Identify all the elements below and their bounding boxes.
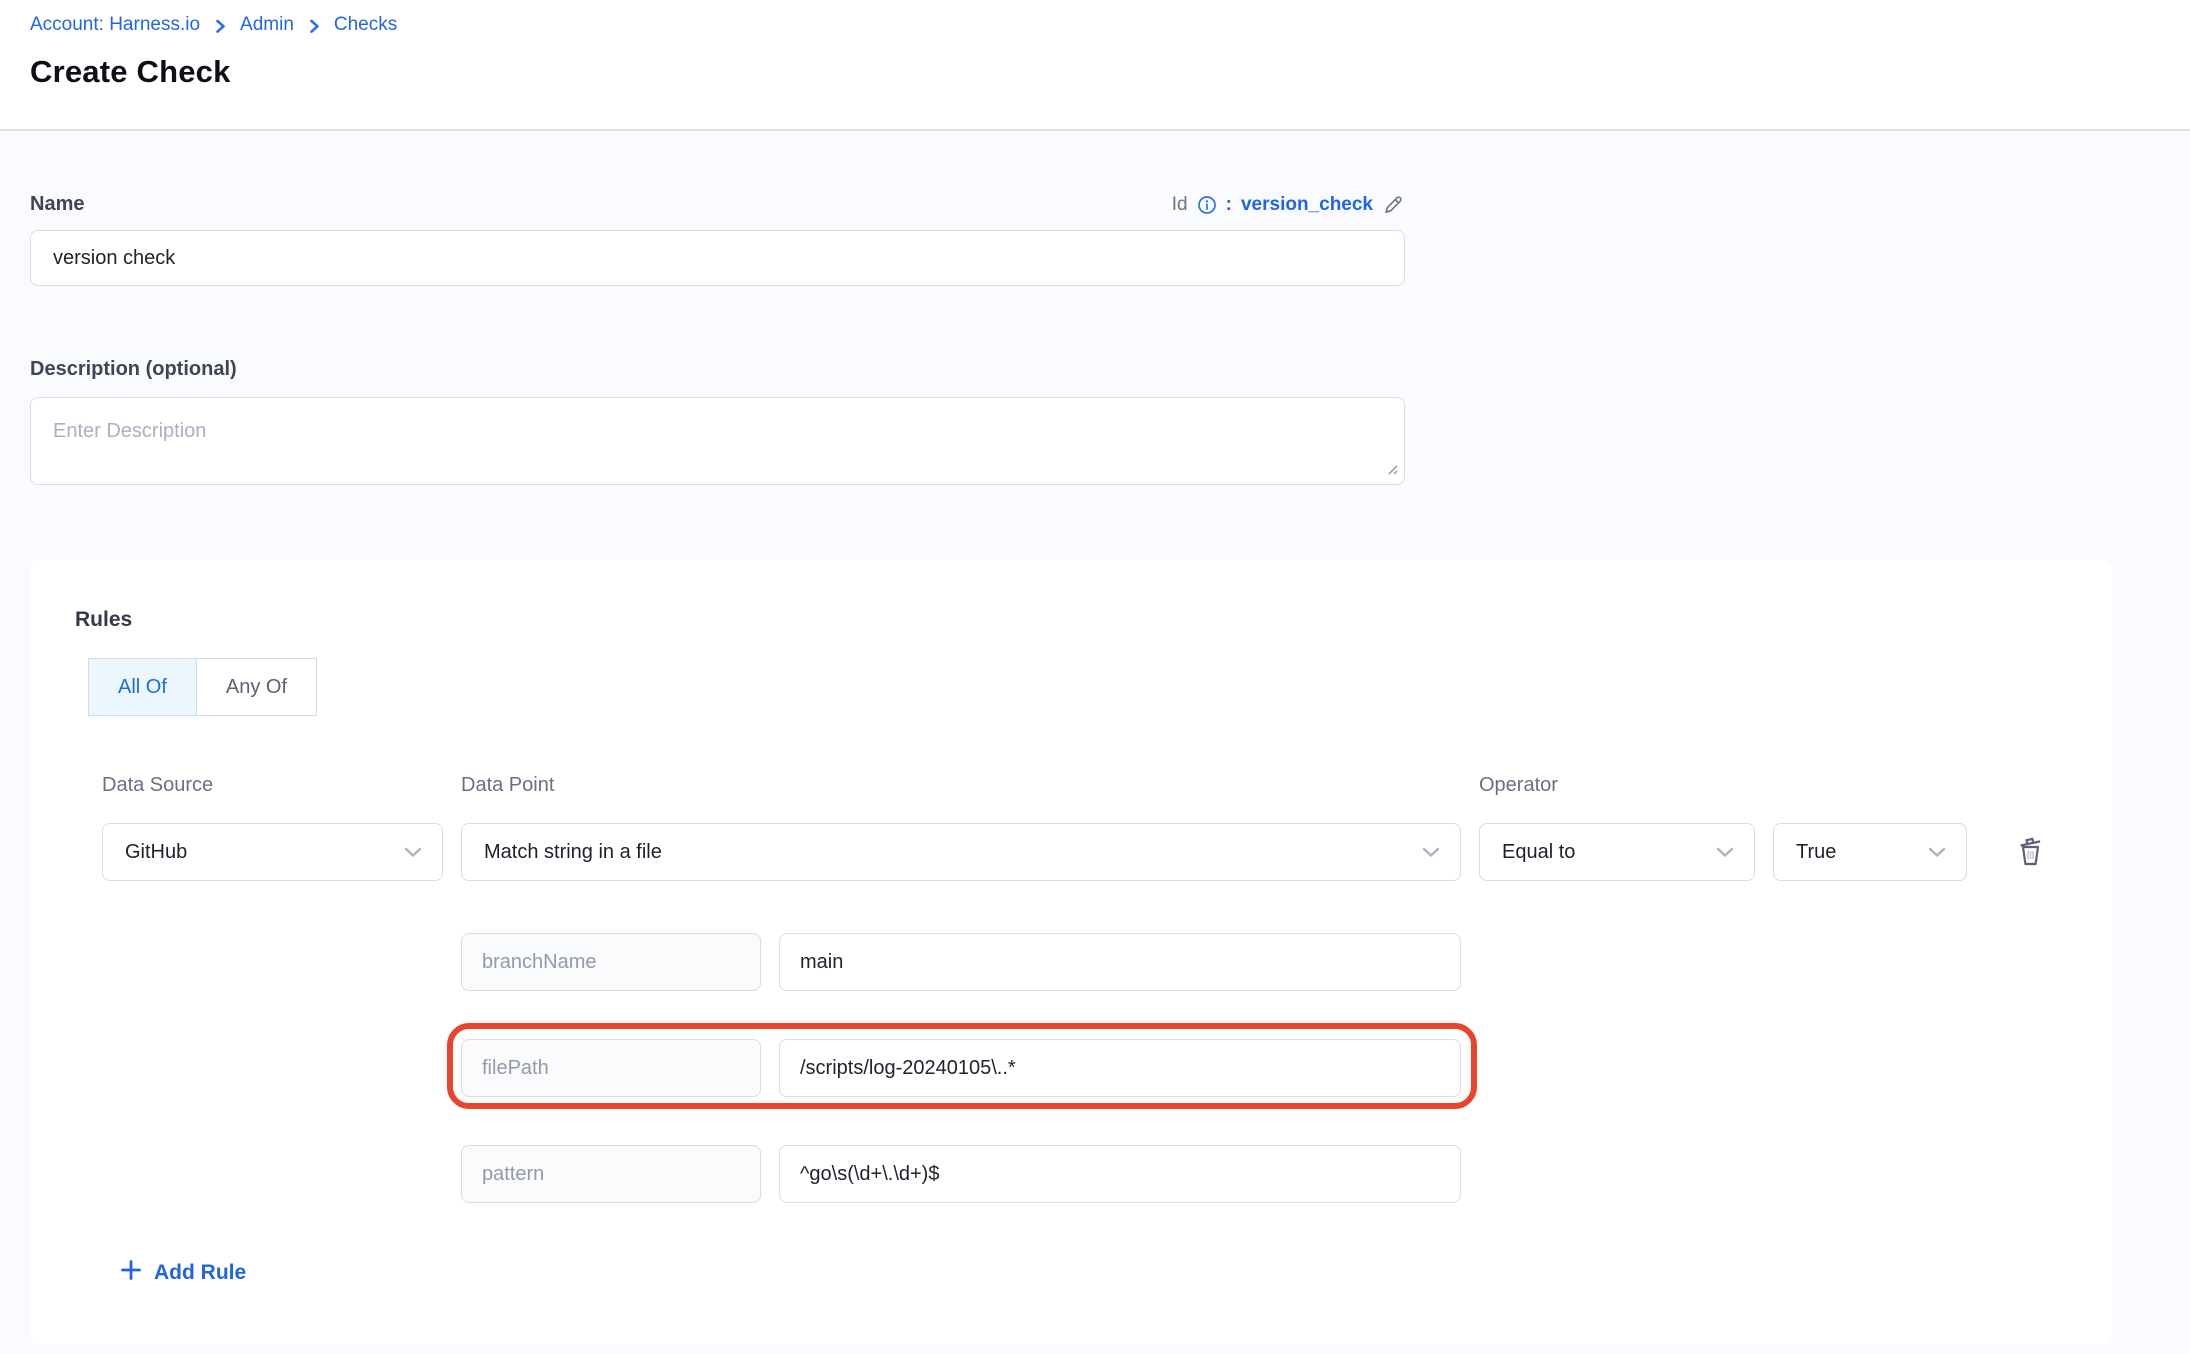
filepath-input[interactable] xyxy=(779,1039,1461,1097)
operator-label: Operator xyxy=(1479,774,2067,797)
pattern-input[interactable] xyxy=(779,1145,1461,1203)
rules-condition-toggle: All Of Any Of xyxy=(88,658,2067,716)
resize-grip-icon[interactable] xyxy=(1385,462,1399,481)
add-rule-button[interactable]: Add Rule xyxy=(120,1259,246,1287)
param-row-pattern: pattern xyxy=(461,1145,1461,1203)
chevron-right-icon xyxy=(213,17,227,35)
rules-heading: Rules xyxy=(75,608,2067,632)
chevron-down-icon xyxy=(1928,841,1946,864)
rules-card: Rules All Of Any Of Data Source Data Poi… xyxy=(30,560,2112,1345)
chevron-down-icon xyxy=(1716,841,1734,864)
description-field xyxy=(30,397,1405,490)
form-content: Name Id : version_check Description (opt… xyxy=(0,193,2190,1345)
chevron-down-icon xyxy=(1422,841,1440,864)
chevron-right-icon xyxy=(307,17,321,35)
name-id-row: Name Id : version_check xyxy=(30,193,1405,216)
data-point-select[interactable]: Match string in a file xyxy=(461,823,1461,881)
id-separator: : xyxy=(1226,194,1232,216)
plus-icon xyxy=(120,1259,142,1287)
data-point-value: Match string in a file xyxy=(484,841,662,864)
data-source-value: GitHub xyxy=(125,841,187,864)
breadcrumb: Account: Harness.io Admin Checks xyxy=(30,14,2160,36)
chevron-down-icon xyxy=(404,841,422,864)
edit-pencil-icon[interactable] xyxy=(1382,193,1405,216)
param-key-branchname: branchName xyxy=(461,933,761,991)
info-icon[interactable] xyxy=(1197,195,1217,215)
name-input[interactable] xyxy=(30,230,1405,286)
delete-rule-button[interactable] xyxy=(2015,834,2067,871)
any-of-button[interactable]: Any Of xyxy=(196,658,317,716)
create-check-page: Account: Harness.io Admin Checks Create … xyxy=(0,0,2190,1345)
page-title: Create Check xyxy=(30,54,2160,90)
branchname-input[interactable] xyxy=(779,933,1461,991)
operator-value: Equal to xyxy=(1502,841,1575,864)
param-row-filepath: filePath xyxy=(461,1039,1461,1097)
description-label: Description (optional) xyxy=(30,358,2160,381)
param-key-pattern: pattern xyxy=(461,1145,761,1203)
data-point-label: Data Point xyxy=(461,774,1461,797)
param-key-filepath: filePath xyxy=(461,1039,761,1097)
all-of-button[interactable]: All Of xyxy=(88,658,197,716)
breadcrumb-account-link[interactable]: Account: Harness.io xyxy=(30,14,200,36)
operator-select[interactable]: Equal to xyxy=(1479,823,1755,881)
breadcrumb-checks-link[interactable]: Checks xyxy=(334,14,397,36)
trash-icon xyxy=(2015,834,2047,871)
name-label: Name xyxy=(30,193,84,216)
id-label: Id xyxy=(1172,194,1188,216)
operator-operand-value: True xyxy=(1796,841,1836,864)
data-source-label: Data Source xyxy=(102,774,443,797)
id-value-link[interactable]: version_check xyxy=(1241,194,1373,216)
operator-operand-select[interactable]: True xyxy=(1773,823,1967,881)
id-display: Id : version_check xyxy=(1172,193,1405,216)
add-rule-label: Add Rule xyxy=(154,1261,246,1285)
param-row-branchname: branchName xyxy=(461,933,1461,991)
page-header: Account: Harness.io Admin Checks Create … xyxy=(0,0,2190,131)
rule-row: Data Source Data Point Operator GitHub M… xyxy=(102,774,2067,881)
breadcrumb-admin-link[interactable]: Admin xyxy=(240,14,294,36)
description-textarea[interactable] xyxy=(30,397,1405,485)
data-point-params: branchName filePath pattern xyxy=(461,933,1461,1203)
data-source-select[interactable]: GitHub xyxy=(102,823,443,881)
